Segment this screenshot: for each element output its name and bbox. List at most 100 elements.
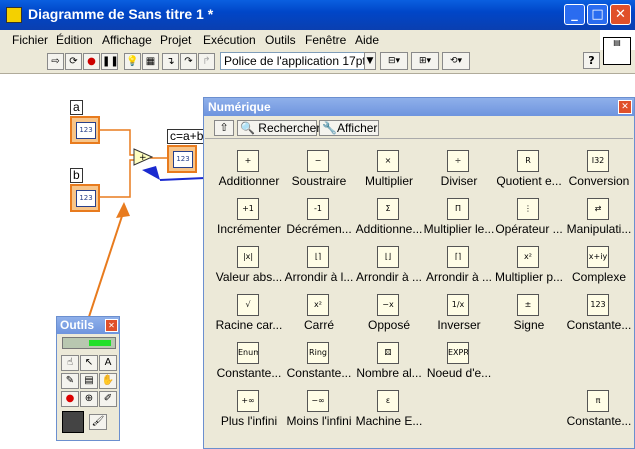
palette-item-math-constants[interactable]: π Constante... [561,387,635,435]
color-swatch-icon[interactable] [62,411,84,433]
divide-icon: ÷ [447,150,469,172]
palette-item-compound-operator[interactable]: ⋮ Opérateur ... [491,195,567,243]
palette-item-enum-constant[interactable]: Enum Constante... [211,339,287,387]
close-icon[interactable]: ✕ [105,319,118,332]
round-down-icon: ⌊⌋ [377,246,399,268]
increment-icon: +1 [237,198,259,220]
palette-item-negative-infinity[interactable]: −∞ Moins l'infini [281,387,357,435]
palette-item-label: Machine E... [355,414,423,428]
palette-item-increment[interactable]: +1 Incrémenter [211,195,287,243]
palette-item-expression-node[interactable]: EXPR Noeud d'e... [421,339,497,387]
numeric-control-icon: 123 [76,190,96,207]
search-button[interactable]: 🔍 Rechercher [237,120,321,136]
square-root-icon: √ [237,294,259,316]
add-icon: + [237,150,259,172]
palette-item-label: Noeud d'e... [426,366,492,380]
position-select-icon[interactable]: ↖ [80,355,98,371]
palette-item-subtract[interactable]: − Soustraire [281,147,357,195]
palette-item-square-root[interactable]: √ Racine car... [211,291,287,339]
palette-item-round-nearest[interactable]: ⌊⌉ Arrondir à l... [281,243,357,291]
control-a[interactable]: 123 [70,116,100,144]
label-a[interactable]: a [70,100,83,115]
palette-item-round-up[interactable]: ⌈⌉ Arrondir à ... [421,243,497,291]
palette-item-scale-power[interactable]: x² Multiplier p... [491,243,567,291]
palette-item-conversion[interactable]: I32 Conversion [561,147,635,195]
breakpoint-icon[interactable]: ● [61,391,79,407]
indicator-c[interactable]: 123 [167,145,197,173]
add-node-icon[interactable]: + [133,148,153,166]
palette-grid: + Additionner − Soustraire × Multiplier ÷ Divis… [205,138,633,448]
quotient-icon: R [517,150,539,172]
palette-item-complex[interactable]: x+iy Complexe [561,243,635,291]
get-color-icon[interactable]: ✐ [99,391,117,407]
random-number-icon: ⚄ [377,342,399,364]
manipulation-icon: ⇄ [587,198,609,220]
tools-palette: Outils ✕ ☝ ↖ A ✎ ▤ ✋ ● ⊕ ✐ 🖌 [56,316,120,441]
operate-value-icon[interactable]: ☝ [61,355,79,371]
palette-item-absolute-value[interactable]: |x| Valeur abs... [211,243,287,291]
palette-item-label: Manipulati... [566,222,632,236]
palette-item-machine-epsilon[interactable]: ε Machine E... [351,387,427,435]
numeric-palette: Numérique ✕ ⇧ 🔍 Rechercher 🔧Afficher + Ad… [203,97,635,449]
compound-operator-icon: ⋮ [517,198,539,220]
label-b[interactable]: b [70,168,83,183]
expression-node-icon: EXPR [447,342,469,364]
auto-tool-led-icon [89,340,111,346]
math-constants-icon: π [587,390,609,412]
palette-item-positive-infinity[interactable]: +∞ Plus l'infini [211,387,287,435]
palette-item-label: Conversion [568,174,630,188]
add-array-icon: Σ [377,198,399,220]
auto-tool-toggle[interactable] [62,337,116,349]
round-up-icon: ⌈⌉ [447,246,469,268]
palette-item-add[interactable]: + Additionner [211,147,287,195]
multiply-array-icon: Π [447,198,469,220]
palette-item-decrement[interactable]: -1 Décrémen... [281,195,357,243]
palette-item-square[interactable]: x² Carré [281,291,357,339]
numeric-constant-icon: 123 [587,294,609,316]
palette-item-multiply-array[interactable]: Π Multiplier le... [421,195,497,243]
palette-item-label: Constante... [566,318,632,332]
palette-item-label: Constante... [566,414,632,428]
svg-text:+: + [139,153,147,163]
palette-item-random-number[interactable]: ⚄ Nombre al... [351,339,427,387]
palette-item-reciprocal[interactable]: 1/x Inverser [421,291,497,339]
connect-wire-icon[interactable]: ✎ [61,373,79,389]
up-arrow-icon[interactable]: ⇧ [214,120,234,136]
palette-item-negate[interactable]: −x Opposé [351,291,427,339]
enum-constant-icon: Enum [237,342,259,364]
palette-item-sign[interactable]: ± Signe [491,291,567,339]
palette-item-label: Complexe [571,270,627,284]
sign-icon: ± [517,294,539,316]
label-c[interactable]: c=a+b [167,129,207,144]
edit-text-icon[interactable]: A [99,355,117,371]
round-nearest-icon: ⌊⌉ [307,246,329,268]
probe-icon[interactable]: ⊕ [80,391,98,407]
close-icon[interactable]: ✕ [618,100,632,114]
show-button[interactable]: 🔧Afficher [319,120,379,136]
decrement-icon: -1 [307,198,329,220]
scale-power-icon: x² [517,246,539,268]
shortcut-menu-icon[interactable]: ▤ [80,373,98,389]
palette-item-manipulation[interactable]: ⇄ Manipulati... [561,195,635,243]
show-icon: 🔧 [322,121,337,135]
numeric-indicator-icon: 123 [173,151,193,168]
palette-item-add-array[interactable]: Σ Additionne... [351,195,427,243]
palette-item-multiply[interactable]: × Multiplier [351,147,427,195]
ring-constant-icon: Ring [307,342,329,364]
palette-item-ring-constant[interactable]: Ring Constante... [281,339,357,387]
palette-title: Numérique [204,98,634,116]
multiply-icon: × [377,150,399,172]
negate-icon: −x [377,294,399,316]
set-color-icon[interactable]: 🖌 [89,414,107,430]
search-label: Rechercher [258,121,321,135]
scroll-window-icon[interactable]: ✋ [99,373,117,389]
conversion-icon: I32 [587,150,609,172]
palette-item-divide[interactable]: ÷ Diviser [421,147,497,195]
reciprocal-icon: 1/x [447,294,469,316]
control-b[interactable]: 123 [70,184,100,212]
palette-item-quotient[interactable]: R Quotient e... [491,147,567,195]
palette-item-round-down[interactable]: ⌊⌋ Arrondir à ... [351,243,427,291]
machine-epsilon-icon: ε [377,390,399,412]
palette-item-numeric-constant[interactable]: 123 Constante... [561,291,635,339]
positive-infinity-icon: +∞ [237,390,259,412]
